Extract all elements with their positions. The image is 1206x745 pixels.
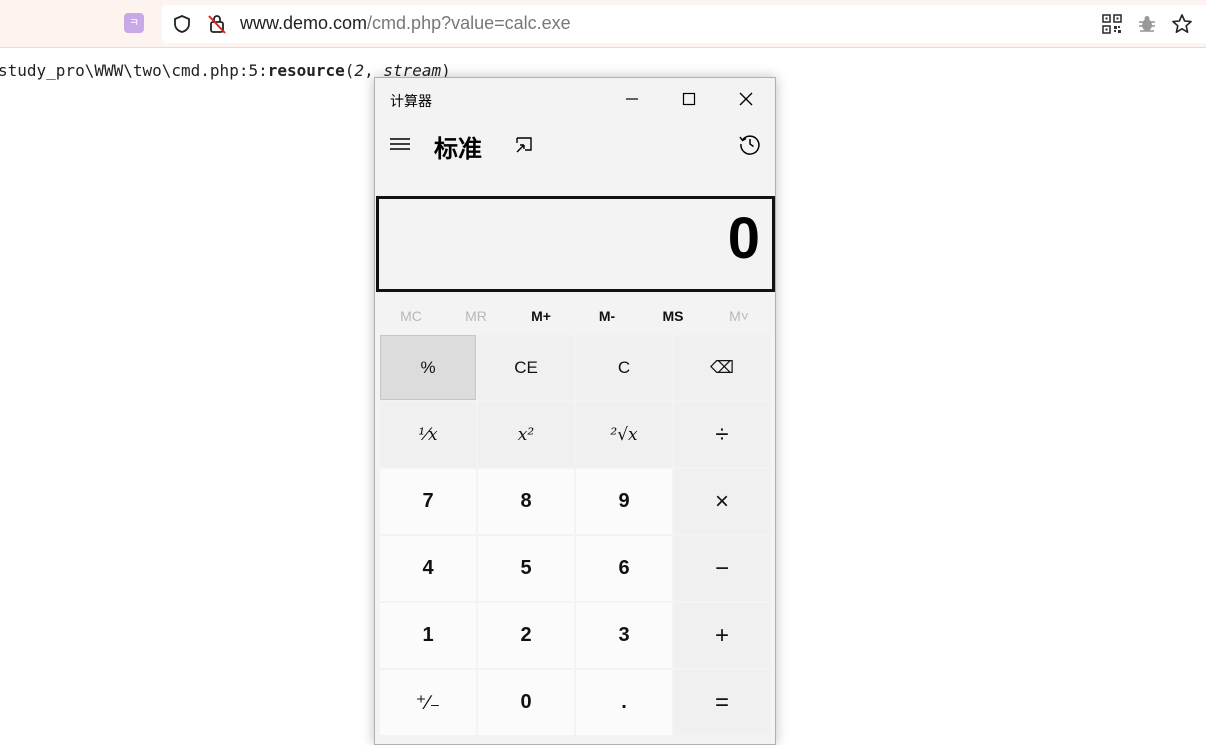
clear-button[interactable]: C — [576, 335, 672, 400]
shield-icon[interactable] — [171, 13, 193, 35]
digit-4-button[interactable]: 4 — [380, 536, 476, 601]
memory-store-button[interactable]: MS — [641, 298, 705, 334]
memory-add-button[interactable]: M+ — [509, 298, 573, 334]
equals-button[interactable]: = — [674, 670, 770, 735]
decimal-button[interactable]: . — [576, 670, 672, 735]
digit-9-button[interactable]: 9 — [576, 469, 672, 534]
square-button[interactable]: x² — [478, 402, 574, 467]
maximize-button[interactable] — [666, 84, 712, 114]
add-button[interactable]: + — [674, 603, 770, 668]
calculator-window: 计算器 标准 0 MC MR M+ M- MS M˅ % CE C ⌫ ¹⁄x … — [374, 77, 776, 745]
divide-button[interactable]: ÷ — [674, 402, 770, 467]
mode-title: 标准 — [434, 136, 482, 163]
digit-3-button[interactable]: 3 — [576, 603, 672, 668]
keypad: % CE C ⌫ ¹⁄x x² ²√x ÷ 7 8 9 × 4 5 6 − 1 … — [380, 335, 772, 739]
reciprocal-button[interactable]: ¹⁄x — [380, 402, 476, 467]
hamburger-menu-icon[interactable] — [389, 136, 411, 152]
title-bar[interactable]: 计算器 — [375, 78, 775, 120]
extension-icon[interactable]: ㅋ — [124, 13, 144, 33]
multiply-button[interactable]: × — [674, 469, 770, 534]
digit-7-button[interactable]: 7 — [380, 469, 476, 534]
clear-entry-button[interactable]: CE — [478, 335, 574, 400]
window-title: 计算器 — [390, 93, 432, 109]
negate-button[interactable]: ⁺∕₋ — [380, 670, 476, 735]
minimize-button[interactable] — [609, 84, 655, 114]
close-button[interactable] — [723, 84, 769, 114]
square-root-button[interactable]: ²√x — [576, 402, 672, 467]
php-resource-id: 2 — [354, 61, 365, 80]
digit-8-button[interactable]: 8 — [478, 469, 574, 534]
memory-clear-button[interactable]: MC — [379, 298, 443, 334]
keep-on-top-icon[interactable] — [513, 134, 535, 156]
memory-list-button[interactable]: M˅ — [707, 298, 771, 334]
bug-icon[interactable] — [1136, 13, 1158, 35]
php-resource-keyword: resource — [267, 61, 345, 80]
subtract-button[interactable]: − — [674, 536, 770, 601]
digit-6-button[interactable]: 6 — [576, 536, 672, 601]
insecure-lock-icon[interactable] — [206, 13, 228, 35]
url-path: /cmd.php?value=calc.exe — [367, 13, 571, 33]
memory-recall-button[interactable]: MR — [444, 298, 508, 334]
percent-button[interactable]: % — [380, 335, 476, 400]
browser-toolbar: ㅋ www.demo.com/cmd.php?value=calc.exe — [0, 0, 1206, 48]
digit-0-button[interactable]: 0 — [478, 670, 574, 735]
digit-5-button[interactable]: 5 — [478, 536, 574, 601]
digit-2-button[interactable]: 2 — [478, 603, 574, 668]
display-value: 0 — [727, 206, 760, 271]
php-file-path: study_pro\WWW\two\cmd.php:5: — [0, 61, 268, 80]
memory-subtract-button[interactable]: M- — [575, 298, 639, 334]
url-host: www.demo.com — [240, 13, 368, 33]
history-icon[interactable] — [738, 132, 762, 156]
backspace-button[interactable]: ⌫ — [674, 335, 770, 400]
php-open-paren: ( — [344, 61, 355, 80]
calculator-display: 0 — [376, 196, 775, 292]
star-bookmark-icon[interactable] — [1171, 13, 1193, 35]
digit-1-button[interactable]: 1 — [380, 603, 476, 668]
memory-row: MC MR M+ M- MS M˅ — [375, 298, 775, 334]
url-text[interactable]: www.demo.com/cmd.php?value=calc.exe — [240, 13, 571, 34]
qr-code-icon[interactable] — [1101, 13, 1123, 35]
